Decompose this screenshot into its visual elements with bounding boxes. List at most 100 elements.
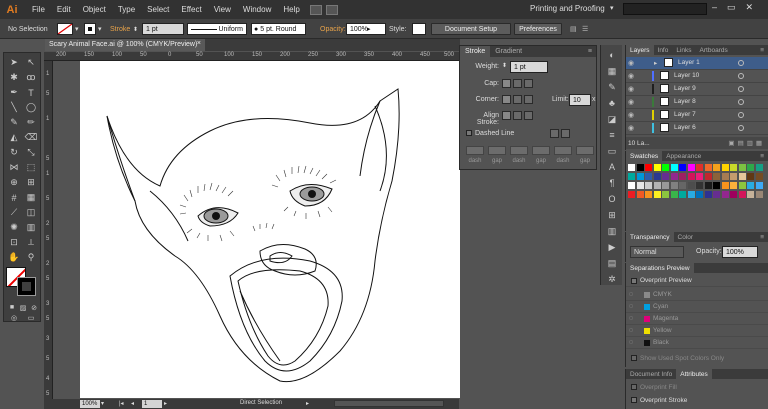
dash-field-2[interactable] (510, 146, 528, 155)
menu-object[interactable]: Object (77, 5, 112, 14)
direct-selection-tool-icon[interactable]: ↖ (24, 56, 38, 69)
swatch[interactable] (738, 191, 746, 198)
target-icon[interactable] (738, 60, 744, 66)
overprint-fill-checkbox[interactable] (631, 384, 637, 390)
artboard-tool-icon[interactable]: ⊡ (7, 236, 21, 249)
limit-field[interactable]: 10 (569, 94, 591, 106)
zoom-dropdown-icon[interactable]: ▾ (101, 400, 104, 407)
tab-info[interactable]: Info (654, 45, 673, 55)
color-panel-icon[interactable]: ◐ (606, 49, 618, 61)
swatch[interactable] (730, 191, 737, 198)
overprint-stroke-checkbox[interactable] (631, 397, 637, 403)
prev-artboard-icon[interactable]: ◂ (131, 400, 134, 407)
gradient-panel-icon[interactable]: ▭ (606, 145, 618, 157)
magic-wand-tool-icon[interactable]: ✱ (7, 71, 21, 84)
align-panel-icon[interactable]: ▥ (606, 225, 618, 237)
line-tool-icon[interactable]: ╲ (7, 101, 21, 114)
swatch[interactable] (747, 191, 754, 198)
swatch[interactable] (687, 182, 695, 189)
close-tab-icon[interactable]: × (197, 40, 201, 47)
menu-type[interactable]: Type (112, 5, 141, 14)
align-center-icon[interactable] (502, 111, 511, 120)
swatch[interactable] (713, 164, 720, 171)
color-guide-icon[interactable]: ▦ (606, 65, 618, 77)
target-icon[interactable] (738, 125, 744, 131)
overprint-preview-row[interactable]: Overprint Preview (626, 275, 768, 287)
menu-edit[interactable]: Edit (51, 5, 77, 14)
panel-menu-icon[interactable]: ≡ (760, 153, 764, 160)
swatch[interactable] (687, 173, 695, 180)
layer-row[interactable]: ◉ Layer 6 (626, 122, 768, 135)
layer-name[interactable]: Layer 9 (674, 85, 696, 92)
panel-menu-icon[interactable]: ≡ (760, 234, 764, 241)
swatch[interactable] (653, 182, 661, 189)
miter-join-icon[interactable] (502, 95, 511, 104)
eye-icon[interactable]: ◌ (626, 315, 636, 322)
swatch[interactable] (687, 164, 695, 171)
swatch[interactable] (645, 191, 652, 198)
layer-name[interactable]: Layer 7 (674, 111, 696, 118)
opacity-field[interactable]: 100% (722, 246, 758, 258)
mesh-tool-icon[interactable]: # (7, 191, 21, 204)
swatch[interactable] (747, 164, 754, 171)
hand-tool-icon[interactable]: ✋ (7, 251, 21, 264)
butt-cap-icon[interactable] (502, 79, 511, 88)
swatch[interactable] (696, 182, 703, 189)
swatch[interactable] (628, 173, 635, 180)
gap-field-1[interactable] (488, 146, 506, 155)
layer-name[interactable]: Layer 6 (674, 124, 696, 131)
tab-layers[interactable]: Layers (626, 45, 654, 55)
navigator-panel-icon[interactable]: ▤ (606, 257, 618, 269)
type-tool-icon[interactable]: T (24, 86, 38, 99)
swatch-grid[interactable] (628, 164, 766, 220)
swatch[interactable] (645, 182, 652, 189)
panel-menu-icon[interactable]: ≡ (588, 48, 592, 55)
menu-select[interactable]: Select (141, 5, 175, 14)
swatch[interactable] (645, 173, 652, 180)
round-cap-icon[interactable] (513, 79, 522, 88)
brush-definition[interactable]: ● 5 pt. Round (251, 22, 306, 36)
swatch[interactable] (738, 173, 746, 180)
menu-effect[interactable]: Effect (175, 5, 207, 14)
stroke-swatch[interactable]: ▾ (84, 22, 102, 36)
width-tool-icon[interactable]: ⋈ (7, 161, 21, 174)
character-panel-icon[interactable]: A (606, 161, 618, 173)
eye-icon[interactable]: ◉ (626, 98, 636, 106)
swatch[interactable] (636, 182, 644, 189)
swatch[interactable] (653, 164, 661, 171)
swatch[interactable] (704, 191, 712, 198)
swatch[interactable] (662, 164, 669, 171)
align-dash-icon[interactable] (561, 129, 570, 138)
swatch[interactable] (662, 182, 669, 189)
eraser-tool-icon[interactable]: ⌫ (24, 131, 38, 144)
eyedropper-tool-icon[interactable]: ⟋ (7, 206, 21, 219)
gap-field-2[interactable] (532, 146, 550, 155)
swatch[interactable] (662, 191, 669, 198)
layer-row[interactable]: ◉ Layer 10 (626, 70, 768, 83)
close-button[interactable]: ✕ (746, 2, 754, 13)
slice-tool-icon[interactable]: ⟂ (24, 236, 38, 249)
swatch[interactable] (679, 173, 686, 180)
artboard-number-field[interactable]: 1 (142, 400, 162, 408)
overprint-stroke-row[interactable]: Overprint Stroke (626, 394, 768, 406)
swatch[interactable] (653, 191, 661, 198)
swatch[interactable] (738, 164, 746, 171)
plate-row[interactable]: ◌ Magenta (626, 313, 768, 325)
menu-view[interactable]: View (208, 5, 237, 14)
preserve-dash-icon[interactable] (550, 129, 559, 138)
paintbrush-tool-icon[interactable]: ✎ (7, 116, 21, 129)
swatch[interactable] (747, 182, 754, 189)
menu-file[interactable]: File (26, 5, 51, 14)
swatch[interactable] (747, 173, 754, 180)
pencil-tool-icon[interactable]: ✏ (24, 116, 38, 129)
maximize-button[interactable]: ▭ (727, 2, 736, 13)
opacity-field[interactable]: 100% (346, 23, 386, 35)
swatch[interactable] (738, 182, 746, 189)
layer-name[interactable]: Layer 10 (674, 72, 699, 79)
gradient-tool-icon[interactable]: ▦ (24, 191, 38, 204)
pen-tool-icon[interactable]: ✒ (7, 86, 21, 99)
fill-swatch[interactable]: ▾ (57, 22, 79, 36)
plate-row[interactable]: ◌ Cyan (626, 301, 768, 313)
swatch[interactable] (704, 182, 712, 189)
swatch[interactable] (628, 164, 635, 171)
